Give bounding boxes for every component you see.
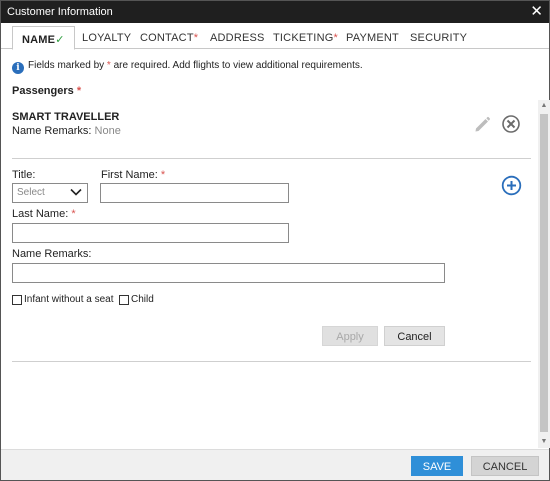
pencil-icon[interactable] (473, 115, 491, 136)
scroll-down-icon[interactable]: ▼ (538, 436, 550, 448)
cancel-passenger-button[interactable]: Cancel (384, 326, 445, 346)
tab-ticketing-label: TICKETING (273, 32, 334, 44)
apply-button[interactable]: Apply (322, 326, 378, 346)
circle-plus-icon[interactable] (501, 175, 522, 199)
first-name-label: First Name: * (101, 169, 165, 181)
notice-text-before: Fields marked by (28, 60, 107, 71)
tab-name[interactable]: NAME✓ (12, 26, 75, 50)
tab-ticketing[interactable]: TICKETING* (273, 32, 338, 44)
first-name-label-text: First Name: (101, 169, 158, 181)
tab-address-label: ADDRESS (210, 32, 265, 44)
tab-payment[interactable]: PAYMENT (346, 32, 399, 44)
infant-without-seat-label: Infant without a seat (24, 294, 114, 305)
window-title: Customer Information (7, 6, 113, 18)
first-name-input[interactable] (100, 183, 289, 203)
section-divider (12, 158, 531, 159)
passenger-name: SMART TRAVELLER (12, 111, 120, 123)
close-icon[interactable]: ✕ (530, 3, 543, 20)
tab-security-label: SECURITY (410, 32, 468, 44)
title-select-value: Select (17, 187, 45, 198)
tab-contact[interactable]: CONTACT* (140, 32, 198, 44)
last-name-input[interactable] (12, 223, 289, 243)
notice-text-after: are required. Add flights to view additi… (110, 60, 363, 71)
tab-loyalty[interactable]: LOYALTY (82, 32, 131, 44)
cancel-button[interactable]: CANCEL (471, 456, 539, 476)
tab-name-label: NAME (22, 34, 56, 46)
tab-bar: NAME✓ LOYALTY CONTACT* ADDRESS TICKETING… (1, 23, 549, 50)
checkmark-icon: ✓ (55, 34, 65, 46)
title-bar: Customer Information ✕ (1, 1, 549, 23)
tab-loyalty-label: LOYALTY (82, 32, 132, 44)
infant-without-seat-checkbox[interactable]: Infant without a seat (12, 294, 114, 305)
required-fields-notice: i Fields marked by * are required. Add fl… (12, 60, 363, 74)
checkbox-box (119, 294, 129, 305)
last-name-label: Last Name: * (12, 208, 76, 220)
tab-contact-label: CONTACT (140, 32, 194, 44)
required-marker: * (193, 32, 199, 44)
passenger-remarks-label: Name Remarks: (12, 125, 92, 137)
checkbox-box (12, 294, 22, 305)
customer-information-dialog: Customer Information ✕ NAME✓ LOYALTY CON… (0, 0, 550, 481)
tab-security[interactable]: SECURITY (410, 32, 467, 44)
info-icon: i (12, 62, 24, 74)
required-marker: * (76, 85, 82, 97)
title-label: Title: (12, 169, 36, 181)
child-label: Child (131, 294, 154, 305)
scrollbar-thumb[interactable] (540, 114, 548, 432)
dialog-footer: SAVE CANCEL (1, 449, 549, 480)
required-marker: * (71, 208, 76, 220)
passenger-name-remarks: Name Remarks: None (12, 125, 121, 137)
passenger-remarks-value: None (94, 125, 121, 137)
circle-x-icon[interactable] (501, 114, 521, 137)
scroll-up-icon[interactable]: ▲ (538, 100, 550, 112)
name-remarks-label: Name Remarks: (12, 248, 92, 260)
last-name-label-text: Last Name: (12, 208, 69, 220)
required-marker: * (160, 169, 166, 181)
title-select[interactable]: Select (12, 183, 88, 203)
vertical-scrollbar[interactable]: ▲ ▼ (538, 100, 550, 448)
required-marker: * (333, 32, 338, 44)
name-remarks-input[interactable] (12, 263, 445, 283)
child-checkbox[interactable]: Child (119, 294, 154, 305)
tab-address[interactable]: ADDRESS (210, 32, 265, 44)
section-divider (12, 361, 531, 362)
save-button[interactable]: SAVE (411, 456, 463, 476)
chevron-down-icon (69, 186, 83, 201)
passengers-heading: Passengers * (12, 85, 81, 97)
tab-payment-label: PAYMENT (346, 32, 399, 44)
passengers-label: Passengers (12, 85, 74, 97)
